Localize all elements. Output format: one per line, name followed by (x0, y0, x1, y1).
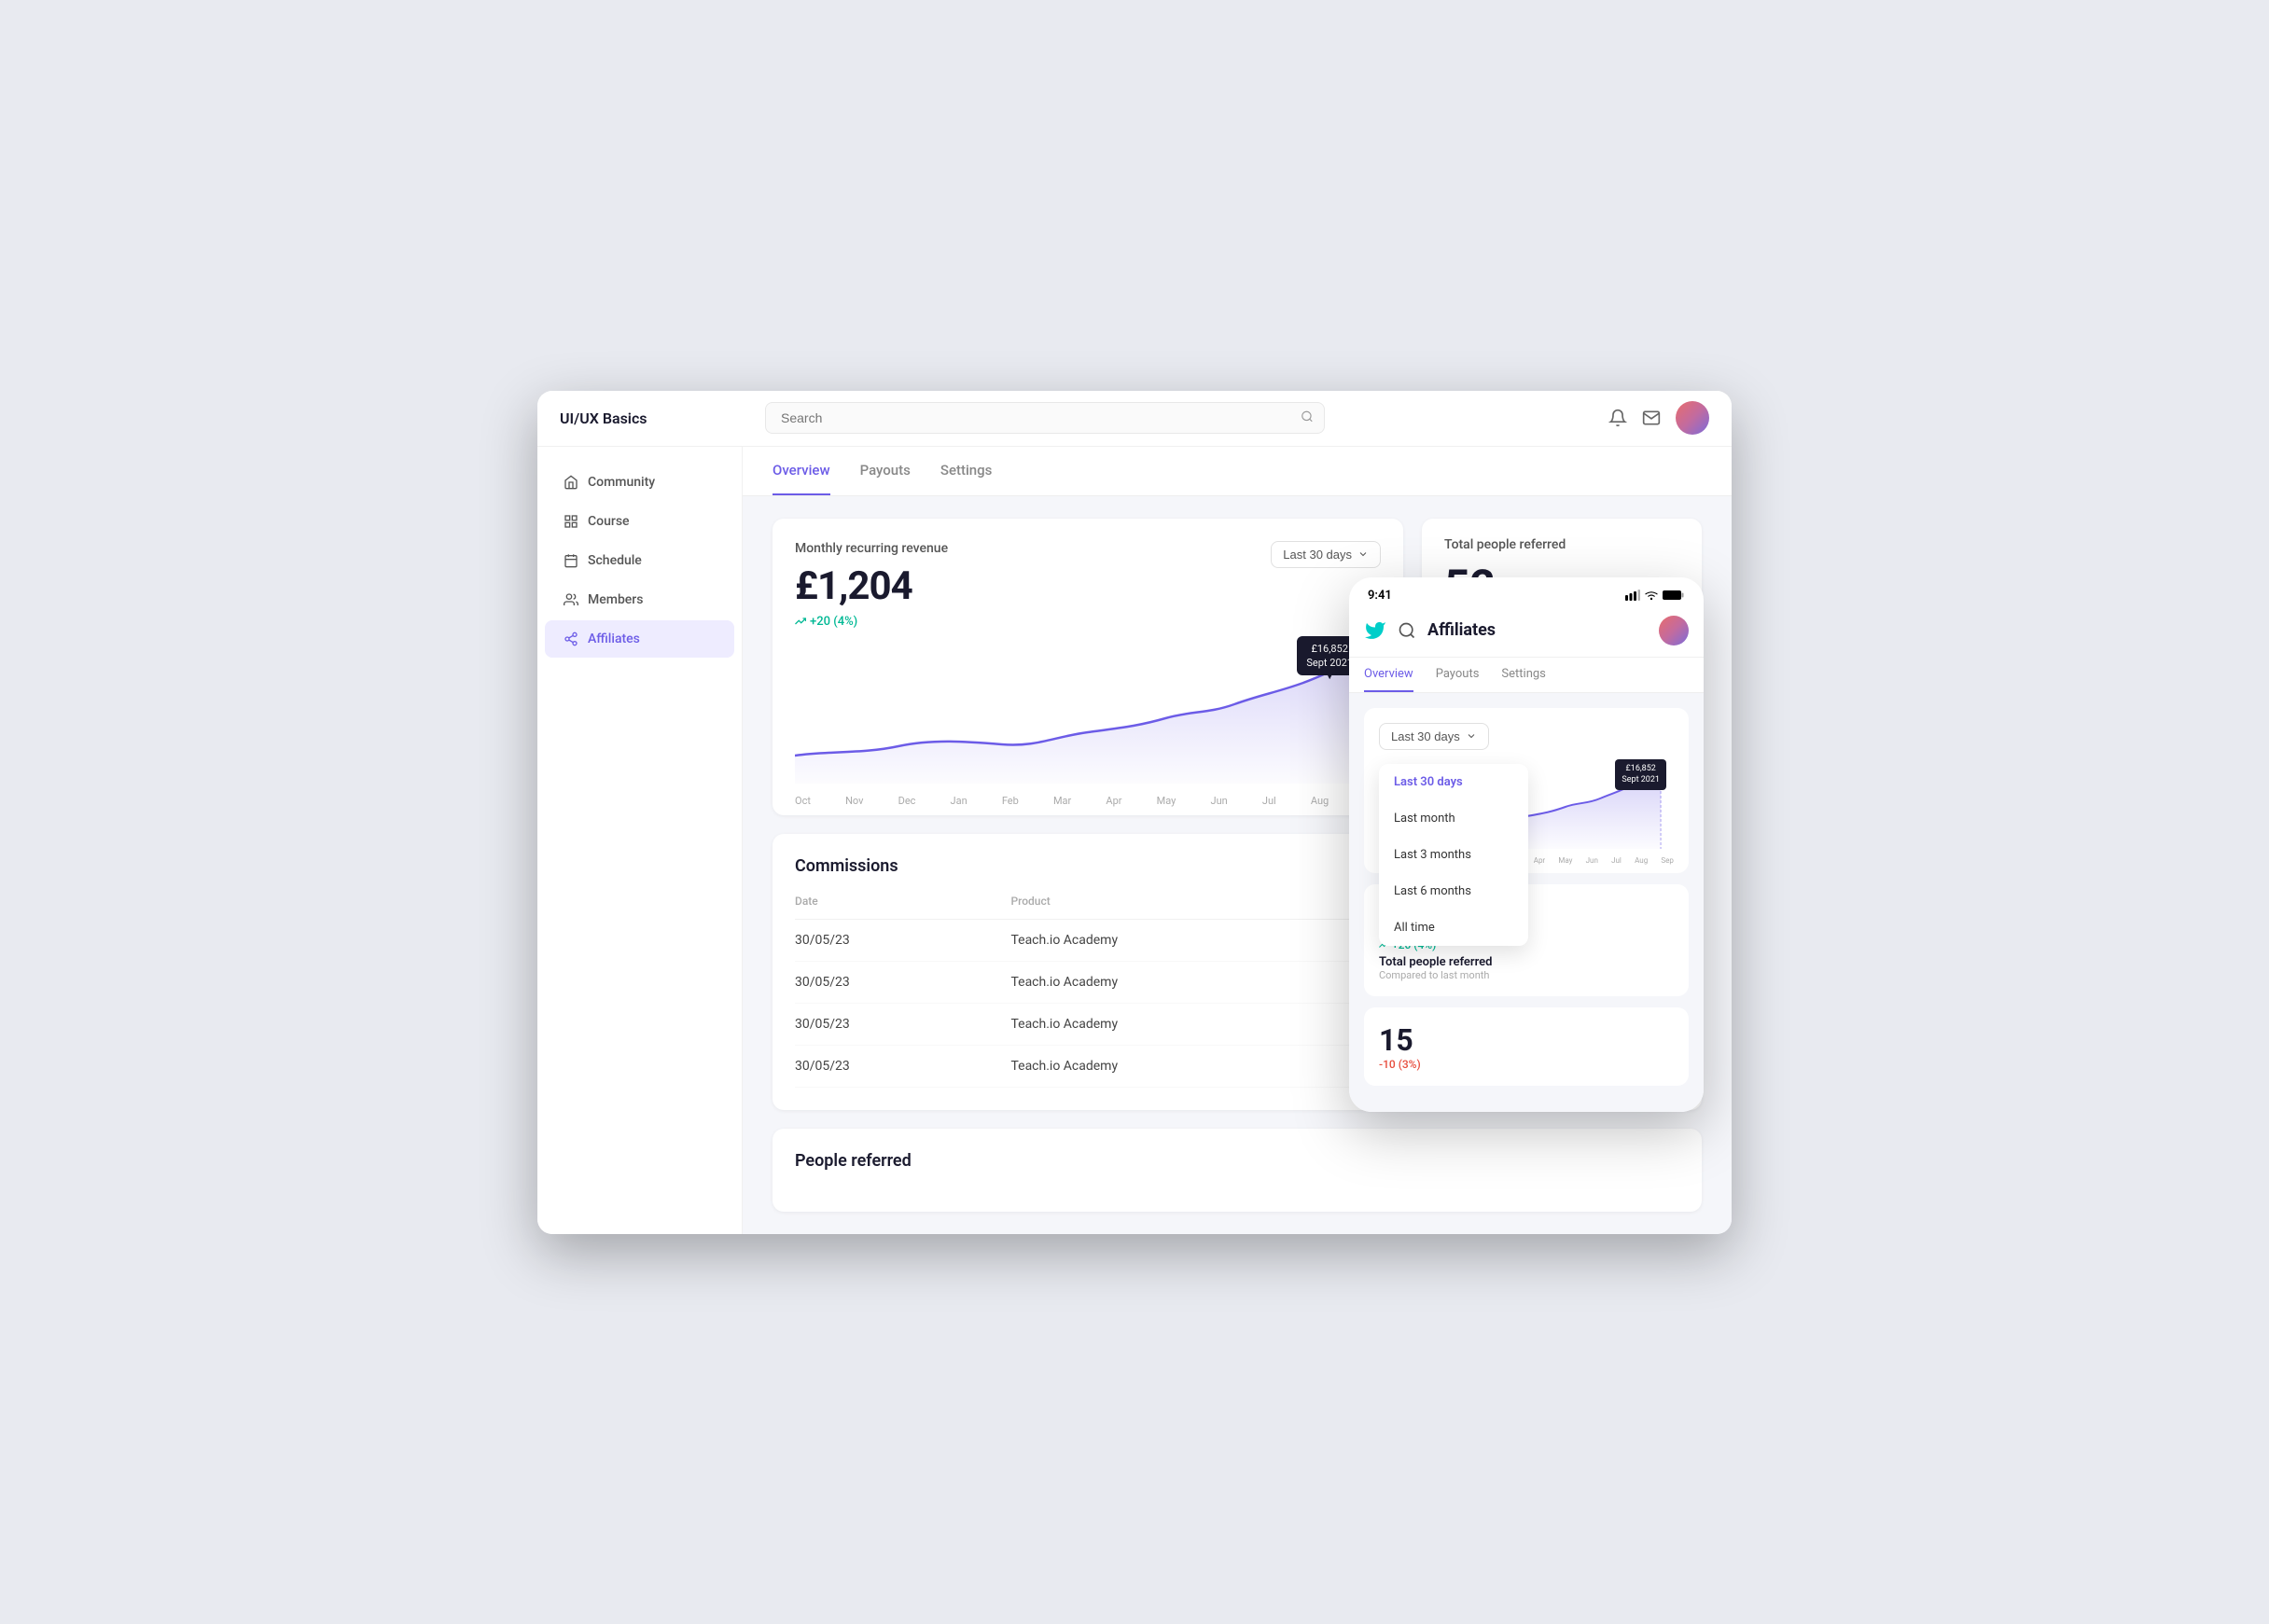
topbar-actions (1608, 401, 1709, 435)
trend-up-icon (795, 616, 806, 627)
mobile-dropdown-button[interactable]: Last 30 days (1379, 723, 1489, 750)
bell-icon[interactable] (1608, 409, 1627, 427)
content-area: Overview Payouts Settings Monthly recurr… (743, 447, 1732, 1234)
mobile-bottom-change: -10 (3%) (1379, 1058, 1674, 1071)
mobile-brand-icon (1364, 619, 1386, 642)
calendar-icon (564, 553, 578, 568)
mobile-header: Affiliates (1349, 608, 1704, 658)
sidebar-item-course[interactable]: Course (545, 503, 734, 540)
dropdown-item-6months[interactable]: Last 6 months (1379, 873, 1528, 909)
mobile-tab-overview[interactable]: Overview (1364, 658, 1413, 692)
mobile-chart-card: Last 30 days Last 30 days Last month Las… (1364, 708, 1689, 873)
search-icon (1301, 409, 1314, 427)
mobile-header-title: Affiliates (1427, 620, 1648, 640)
topbar: UI/UX Basics (537, 391, 1732, 447)
mobile-time: 9:41 (1368, 589, 1392, 603)
sidebar-item-members[interactable]: Members (545, 581, 734, 618)
mobile-stat-label: Total people referred (1379, 955, 1674, 969)
tab-settings[interactable]: Settings (940, 447, 993, 495)
sidebar-item-community[interactable]: Community (545, 464, 734, 501)
mrr-change: +20 (4%) (795, 615, 948, 629)
mobile-status-icons (1625, 590, 1685, 601)
mrr-value: £1,204 (795, 563, 948, 609)
battery-icon (1663, 590, 1685, 601)
people-title: Total people referred (1444, 537, 1679, 552)
mobile-stat-sub: Compared to last month (1379, 969, 1674, 981)
search-bar (765, 402, 1325, 434)
users-icon (564, 592, 578, 607)
mobile-tab-settings[interactable]: Settings (1501, 658, 1545, 692)
people-referred-card: People referred (773, 1129, 1702, 1212)
mobile-bottom-card: 15 -10 (3%) (1364, 1007, 1689, 1086)
sidebar-label-course: Course (588, 514, 630, 529)
mobile-tab-payouts[interactable]: Payouts (1436, 658, 1480, 692)
mobile-chevron-down-icon (1466, 730, 1477, 742)
search-input[interactable] (765, 402, 1325, 434)
mobile-chart-tooltip: £16,852 Sept 2021 (1615, 759, 1666, 790)
mobile-overlay: 9:41 (1349, 577, 1704, 1112)
mail-icon[interactable] (1642, 409, 1661, 427)
mrr-chart-svg (795, 644, 1381, 784)
tab-overview[interactable]: Overview (773, 447, 830, 495)
user-avatar[interactable] (1676, 401, 1709, 435)
sidebar-label-schedule: Schedule (588, 553, 642, 568)
mobile-content: Last 30 days Last 30 days Last month Las… (1349, 693, 1704, 1112)
people-referred-title: People referred (795, 1151, 1679, 1171)
cell-date: 30/05/23 (795, 1045, 1010, 1087)
mrr-title: Monthly recurring revenue (795, 541, 948, 556)
wifi-icon (1644, 590, 1659, 601)
dropdown-item-last-month[interactable]: Last month (1379, 800, 1528, 837)
mobile-avatar[interactable] (1659, 616, 1689, 645)
cell-date: 30/05/23 (795, 919, 1010, 961)
grid-icon (564, 514, 578, 529)
signal-icon (1625, 590, 1640, 601)
cell-date: 30/05/23 (795, 961, 1010, 1003)
dropdown-item-all-time[interactable]: All time (1379, 909, 1528, 946)
sidebar-label-members: Members (588, 592, 643, 607)
col-date: Date (795, 895, 1010, 920)
chart-labels: Oct Nov Dec Jan Feb Mar Apr May Jun Jul (795, 795, 1381, 807)
mrr-dropdown-wrap: Last 30 days (1271, 541, 1381, 568)
mobile-dropdown-menu: Last 30 days Last month Last 3 months La… (1379, 764, 1528, 946)
mrr-chart: £16,852 Sept 2021 (795, 644, 1381, 793)
mobile-bottom-value: 15 (1379, 1022, 1674, 1058)
tab-payouts[interactable]: Payouts (860, 447, 911, 495)
chevron-down-icon (1357, 548, 1369, 560)
mobile-search-icon[interactable] (1398, 621, 1416, 640)
sidebar: Community Course Schedule Members (537, 447, 743, 1234)
mobile-tabs: Overview Payouts Settings (1349, 658, 1704, 693)
app-title: UI/UX Basics (560, 409, 765, 427)
mrr-card: Monthly recurring revenue £1,204 +20 (4%… (773, 519, 1403, 815)
sidebar-item-schedule[interactable]: Schedule (545, 542, 734, 579)
dropdown-item-3months[interactable]: Last 3 months (1379, 837, 1528, 873)
cell-date: 30/05/23 (795, 1003, 1010, 1045)
main-layout: Community Course Schedule Members (537, 447, 1732, 1234)
sidebar-label-affiliates: Affiliates (588, 632, 640, 646)
home-icon (564, 475, 578, 490)
sidebar-label-community: Community (588, 475, 655, 490)
share-icon (564, 632, 578, 646)
dropdown-item-30days[interactable]: Last 30 days (1379, 764, 1528, 800)
card-header: Monthly recurring revenue £1,204 +20 (4%… (795, 541, 1381, 629)
mobile-status-bar: 9:41 (1349, 577, 1704, 608)
tabs-bar: Overview Payouts Settings (743, 447, 1732, 496)
sidebar-item-affiliates[interactable]: Affiliates (545, 620, 734, 658)
mrr-dropdown-button[interactable]: Last 30 days (1271, 541, 1381, 568)
